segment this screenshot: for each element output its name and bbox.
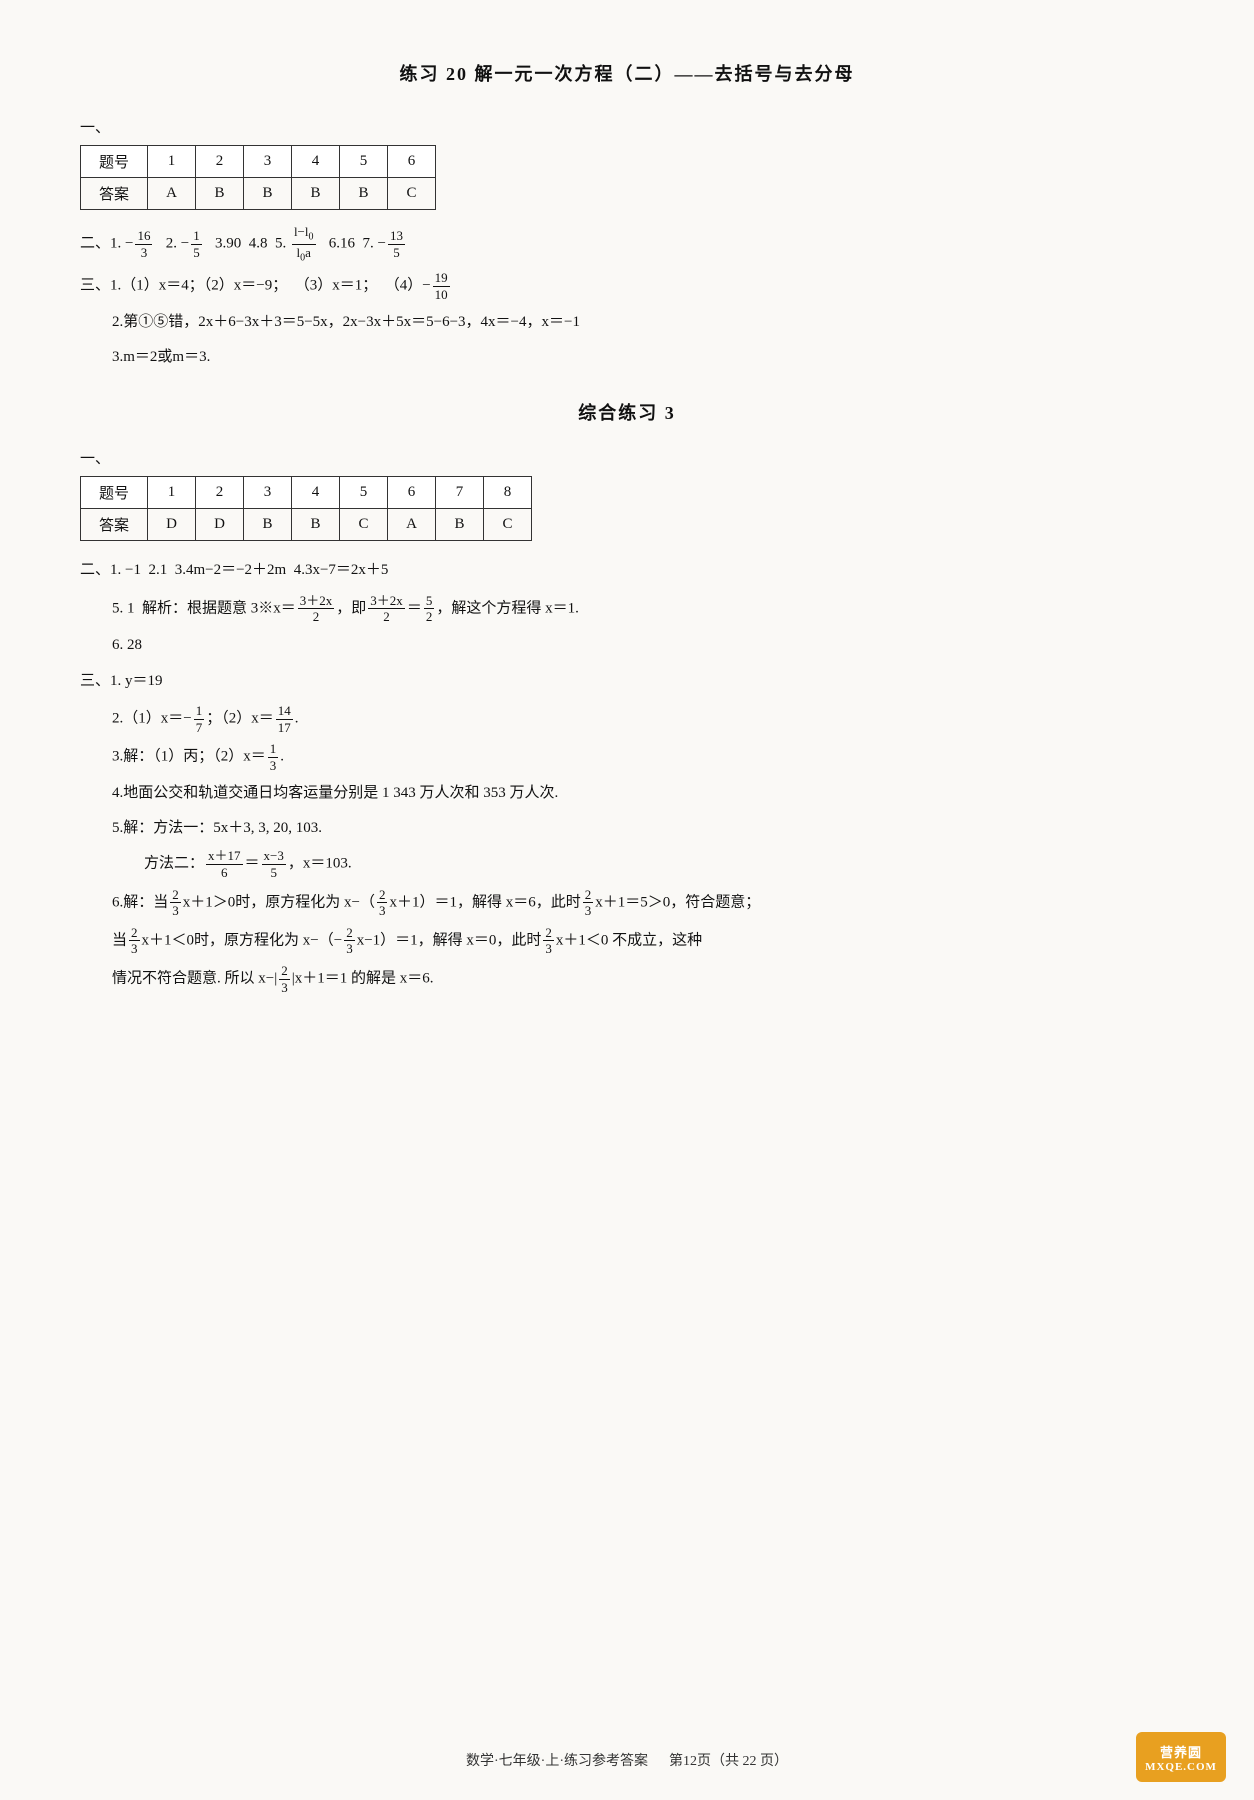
table2-ans-7: B: [436, 509, 484, 541]
table1-ans-6: C: [388, 178, 436, 210]
footer: 数学·七年级·上·练习参考答案 第12页（共 22 页）: [0, 1750, 1254, 1770]
footer-text: 数学·七年级·上·练习参考答案: [466, 1754, 648, 1769]
section1-san-label: 三、1.（1）x＝4；（2）x＝−9； （3）x＝1； （4）−1910: [80, 270, 1174, 302]
table2-ans-5: C: [340, 509, 388, 541]
table1-row-label: 答案: [81, 178, 148, 210]
table2-header-1: 1: [148, 477, 196, 509]
watermark-line1: 营养圆: [1160, 1742, 1202, 1761]
section2-yi-label: 一、: [80, 447, 1174, 468]
table1-header-2: 2: [196, 146, 244, 178]
table2-ans-2: D: [196, 509, 244, 541]
table1: 题号 1 2 3 4 5 6 答案 A B B B B C: [80, 145, 436, 210]
section2-san-1: 三、1. y＝19: [80, 666, 1174, 698]
section1-label: 一、: [80, 116, 1174, 137]
watermark-line2: MXQE.COM: [1145, 1761, 1217, 1773]
title1: 练习 20 解一元一次方程（二）——去括号与去分母: [80, 60, 1174, 86]
watermark: 营养圆 MXQE.COM: [1136, 1732, 1226, 1782]
table1-header-0: 题号: [81, 146, 148, 178]
table1-ans-4: B: [292, 178, 340, 210]
section2-san-6c: 情况不符合题意. 所以 x−|23|x＋1＝1 的解是 x＝6.: [112, 963, 1174, 995]
section2-san-4: 4.地面公交和轨道交通日均客运量分别是 1 343 万人次和 353 万人次.: [112, 779, 1174, 808]
table1-header-4: 4: [292, 146, 340, 178]
section2-san-5b: 方法二：x＋176＝x−35，x＝103.: [144, 848, 1174, 880]
table1-ans-2: B: [196, 178, 244, 210]
footer-page: 第12页（共 22 页）: [669, 1754, 788, 1769]
table1-header-5: 5: [340, 146, 388, 178]
table2-row-label: 答案: [81, 509, 148, 541]
table2-header-8: 8: [484, 477, 532, 509]
page: 练习 20 解一元一次方程（二）——去括号与去分母 一、 题号 1 2 3 4 …: [0, 0, 1254, 1800]
table2-ans-6: A: [388, 509, 436, 541]
section2-san-2: 2.（1）x＝−17；（2）x＝1417.: [112, 703, 1174, 735]
table1-ans-1: A: [148, 178, 196, 210]
section1-er-label: 二、1. −163 2. −15 3.90 4.8 5. l−l0l0a 6.1…: [80, 224, 1174, 264]
table1-header-1: 1: [148, 146, 196, 178]
table2-header-5: 5: [340, 477, 388, 509]
table2-header-2: 2: [196, 477, 244, 509]
title2: 综合练习 3: [80, 399, 1174, 425]
table2-ans-8: C: [484, 509, 532, 541]
table1-header-3: 3: [244, 146, 292, 178]
section2-er-5: 5. 1 解析：根据题意 3※x＝3＋2x2，即3＋2x2＝52，解这个方程得 …: [112, 593, 1174, 625]
table2-ans-1: D: [148, 509, 196, 541]
table2: 题号 1 2 3 4 5 6 7 8 答案 D D B B C A B C: [80, 476, 532, 541]
table1-header-6: 6: [388, 146, 436, 178]
table2-ans-3: B: [244, 509, 292, 541]
section2-san-6a: 6.解：当23x＋1＞0时，原方程化为 x−（23x＋1）＝1，解得 x＝6，此…: [112, 887, 1174, 919]
table1-ans-3: B: [244, 178, 292, 210]
table1-ans-5: B: [340, 178, 388, 210]
table2-header-7: 7: [436, 477, 484, 509]
section2-er-6: 6. 28: [112, 631, 1174, 660]
table2-header-0: 题号: [81, 477, 148, 509]
section1-san-2: 2.第①⑤错，2x＋6−3x＋3＝5−5x，2x−3x＋5x＝5−6−3，4x＝…: [112, 308, 1174, 337]
table2-header-6: 6: [388, 477, 436, 509]
section1-san-3: 3.m＝2或m＝3.: [112, 343, 1174, 372]
section2-san-6b: 当23x＋1＜0时，原方程化为 x−（−23x−1）＝1，解得 x＝0，此时23…: [112, 925, 1174, 957]
table2-ans-4: B: [292, 509, 340, 541]
section2-san-5a: 5.解：方法一：5x＋3, 3, 20, 103.: [112, 814, 1174, 843]
table2-header-4: 4: [292, 477, 340, 509]
section2-er-1: 二、1. −1 2.1 3.4m−2＝−2＋2m 4.3x−7＝2x＋5: [80, 555, 1174, 587]
section2-san-3: 3.解：（1）丙；（2）x＝13.: [112, 741, 1174, 773]
table2-header-3: 3: [244, 477, 292, 509]
